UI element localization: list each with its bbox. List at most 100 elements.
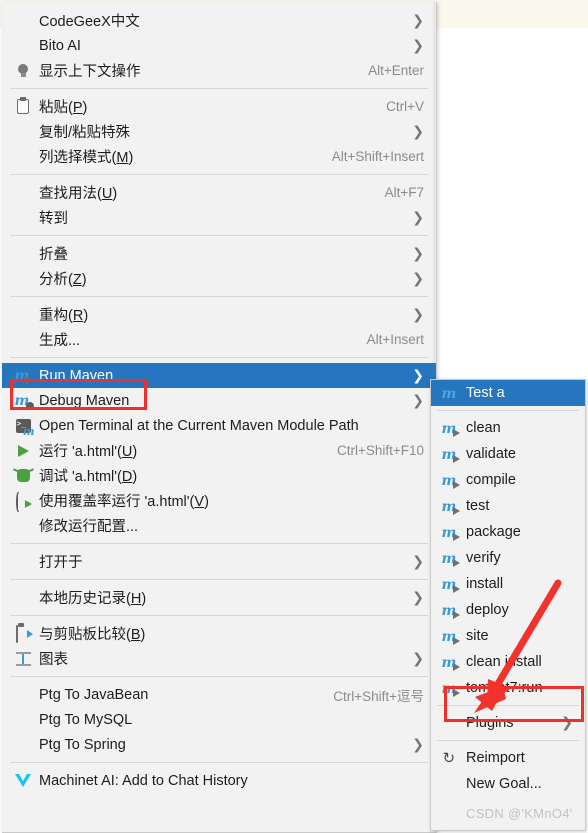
context-menu-item-a-html-d[interactable]: 调试 'a.html'(D) [2,463,436,488]
context-menu-item-h[interactable]: 本地历史记录(H) ❯ [2,585,436,610]
chevron-right-icon: ❯ [412,736,424,753]
context-menu-item-item-2-1[interactable]: 转到 ❯ [2,205,436,230]
context-menu-item-item-6-0[interactable]: 打开于 ❯ [2,549,436,574]
menu-item-label: 生成... [39,333,81,349]
context-menu-item-a-html-u[interactable]: 运行 'a.html'(U) Ctrl+Shift+F10 [2,438,436,463]
maven-debug-icon: m [15,393,34,410]
menu-separator [10,543,428,544]
context-menu-item-m[interactable]: 列选择模式(M) Alt+Shift+Insert [2,144,436,169]
submenu-item-clean-install[interactable]: m clean install [431,649,585,675]
context-menu-item-p[interactable]: 粘贴(P) Ctrl+V [2,94,436,119]
submenu-item-test[interactable]: m test [431,493,585,519]
submenu-item-package[interactable]: m package [431,519,585,545]
menu-item-icon: m [439,550,461,567]
menu-item-label: 打开于 [39,555,83,571]
menu-separator [10,357,428,358]
maven-goal-icon: m [442,551,460,567]
submenu-item-site[interactable]: m site [431,623,585,649]
menu-item-icon: m [439,385,461,401]
submenu-item-verify[interactable]: m verify [431,545,585,571]
context-menu-item-bito-ai[interactable]: Bito AI ❯ [2,33,436,58]
context-menu-item-a-html-v[interactable]: 使用覆盖率运行 'a.html'(V) [2,488,436,513]
menu-item-icon [12,491,34,512]
menu-item-label: verify [466,550,501,566]
maven-goal-icon: m [442,629,460,645]
submenu-item-deploy[interactable]: m deploy [431,597,585,623]
coverage-run-icon [15,491,32,512]
submenu-item-clean[interactable]: m clean [431,415,585,441]
submenu-item-plugins[interactable]: Plugins ❯ [431,710,585,736]
context-menu-item-ptg-to-javabean[interactable]: Ptg To JavaBean Ctrl+Shift+逗号 [2,682,436,707]
submenu-item-tomcat7-run[interactable]: m tomcat7:run [431,675,585,701]
context-menu-item-z[interactable]: 分析(Z) ❯ [2,266,436,291]
submenu-item-validate[interactable]: m validate [431,441,585,467]
menu-item-label: Plugins [466,715,514,731]
menu-item-label: 重构(R) [39,308,89,324]
menu-item-icon [12,443,34,459]
menu-item-icon: m [439,498,461,515]
maven-goal-icon: m [442,421,460,437]
context-menu-item-ptg-to-mysql[interactable]: Ptg To MySQL [2,707,436,732]
menu-item-icon [12,468,34,484]
menu-item-icon: m [439,472,461,489]
context-menu-item-item-1-1[interactable]: 复制/粘贴特殊 ❯ [2,119,436,144]
menu-item-icon: m [439,576,461,593]
menu-separator [10,88,428,89]
menu-item-label: Reimport [466,750,525,766]
context-menu-item-item-5-6[interactable]: 修改运行配置... [2,513,436,538]
chevron-right-icon: ❯ [412,270,424,287]
context-menu-item-codegeex[interactable]: CodeGeeX中文 ❯ [2,8,436,33]
submenu-item-reimport[interactable]: ↻ Reimport [431,745,585,771]
menu-item-label: 列选择模式(M) [39,150,134,166]
menu-item-icon [12,246,34,262]
menu-item-label: Ptg To MySQL [39,711,133,728]
context-menu-item-item-4-1[interactable]: 生成... Alt+Insert [2,327,436,352]
menu-item-label: 图表 [39,652,68,668]
context-menu-item-r[interactable]: 重构(R) ❯ [2,302,436,327]
menu-item-icon: m [439,524,461,541]
menu-item-icon [12,149,34,165]
menu-item-label: Ptg To Spring [39,736,126,753]
context-menu-item-u[interactable]: 查找用法(U) Alt+F7 [2,180,436,205]
menu-item-shortcut: Alt+Insert [366,332,424,347]
reimport-icon: ↻ [442,748,456,767]
maven-goal-icon: m [442,473,460,489]
menu-item-icon [12,307,34,323]
context-menu-item-item-8-1[interactable]: 图表 ❯ [2,646,436,671]
menu-item-shortcut: Ctrl+Shift+F10 [336,443,424,458]
menu-item-icon [12,185,34,201]
menu-separator [10,296,428,297]
context-menu-item-run-maven[interactable]: m Run Maven ❯ [2,363,436,388]
menu-item-shortcut: Alt+F7 [384,185,424,200]
submenu-item-install[interactable]: m install [431,571,585,597]
menu-item-label: site [466,628,489,644]
clipboard-icon [17,97,29,114]
context-menu-item-ptg-to-spring[interactable]: Ptg To Spring ❯ [2,732,436,757]
context-menu-item-item-3-0[interactable]: 折叠 ❯ [2,241,436,266]
maven-goal-icon: m [442,499,460,515]
menu-item-icon: m [439,628,461,645]
menu-item-label: Open Terminal at the Current Maven Modul… [39,417,359,434]
context-menu-items: CodeGeeX中文 ❯ Bito AI ❯ 显示上下文操作 Alt+Enter 粘贴(P)… [2,8,436,793]
menu-separator [10,676,428,677]
menu-separator [437,705,579,706]
submenu-item-compile[interactable]: m compile [431,467,585,493]
menu-item-shortcut: Ctrl+Shift+逗号 [333,688,424,704]
context-menu-item-b[interactable]: 与剪贴板比较(B) [2,621,436,646]
chevron-right-icon: ❯ [412,123,424,140]
menu-item-label: Debug Maven [39,392,130,409]
chevron-right-icon: ❯ [412,306,424,323]
context-menu-item-debug-maven[interactable]: m Debug Maven ❯ [2,388,436,413]
maven-goal-icon: m [442,577,460,593]
menu-item-label: 折叠 [39,247,68,263]
menu-item-label: package [466,524,521,540]
menu-item-label: Bito AI [39,37,81,54]
context-menu-item-item-0-2[interactable]: 显示上下文操作 Alt+Enter [2,58,436,83]
menu-item-icon [439,715,461,731]
submenu-item-test-a[interactable]: m Test a [431,380,585,406]
context-menu-item-machinet-ai-add-to-chat-history[interactable]: Machinet AI: Add to Chat History [2,768,436,793]
menu-separator [10,762,428,763]
submenu-item-new-goal[interactable]: New Goal... [431,771,585,797]
menu-item-label: 使用覆盖率运行 'a.html'(V) [39,494,209,510]
context-menu-item-open-terminal-at-the-current-maven-module-path[interactable]: >_ m Open Terminal at the Current Maven Mo… [2,413,436,438]
